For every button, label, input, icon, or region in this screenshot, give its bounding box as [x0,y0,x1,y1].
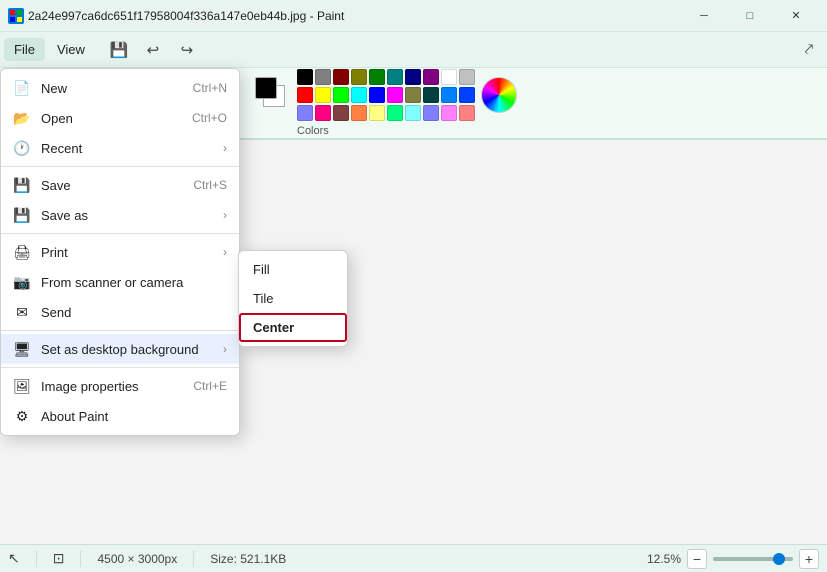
zoom-minus-btn[interactable]: − [687,549,707,569]
share-button[interactable]: ⤤ [795,36,823,64]
file-size-display: Size: 521.1KB [210,552,286,566]
menu-desktop[interactable]: 🖥 Set as desktop background › [1,334,239,364]
open-icon: 📂 [13,109,31,127]
color-swatch-14[interactable] [369,87,385,103]
app-icon [8,8,24,24]
submenu-center[interactable]: Center [239,313,347,342]
desktop-icon: 🖥 [13,340,31,358]
desktop-submenu: Fill Tile Center [238,250,348,347]
save-quick-btn[interactable]: 💾 [105,36,133,64]
color-swatch-24[interactable] [369,105,385,121]
color-swatch-8[interactable] [441,69,457,85]
file-dropdown-menu: 📄 New Ctrl+N 📂 Open Ctrl+O 🕐 Recent › 💾 … [0,68,240,436]
menu-scanner[interactable]: 📷 From scanner or camera [1,267,239,297]
color-swatch-18[interactable] [441,87,457,103]
color-swatch-25[interactable] [387,105,403,121]
about-icon: ⚙ [13,407,31,425]
color-picker-btn[interactable] [481,77,517,113]
color-swatch-7[interactable] [423,69,439,85]
menu-divider-4 [1,367,239,368]
color-swatch-26[interactable] [405,105,421,121]
color-swatch-4[interactable] [369,69,385,85]
view-menu[interactable]: View [47,38,95,61]
menu-divider-2 [1,233,239,234]
color-swatch-5[interactable] [387,69,403,85]
menu-open[interactable]: 📂 Open Ctrl+O [1,103,239,133]
zoom-percent: 12.5% [647,552,681,566]
color-swatch-17[interactable] [423,87,439,103]
dimensions-display: 4500 × 3000px [97,552,177,566]
color-swatch-9[interactable] [459,69,475,85]
color-swatch-27[interactable] [423,105,439,121]
status-bar: ↖ ⊡ 4500 × 3000px Size: 521.1KB 12.5% − … [0,544,827,572]
menu-divider-1 [1,166,239,167]
save-icon: 💾 [13,176,31,194]
color-swatch-3[interactable] [351,69,367,85]
title-bar-left: 2a24e997ca6dc651f17958004f336a147e0eb44b… [8,8,344,24]
close-button[interactable]: ✕ [773,0,819,32]
title-bar: 2a24e997ca6dc651f17958004f336a147e0eb44b… [0,0,827,32]
color-swatch-1[interactable] [315,69,331,85]
colors-section: Colors [255,69,517,137]
menu-bar: File View 💾 ↩ ↪ ⤤ [0,32,827,68]
menu-divider-3 [1,330,239,331]
print-icon: 🖨 [13,243,31,261]
saveas-icon: 💾 [13,206,31,224]
zoom-slider[interactable] [713,557,793,561]
recent-icon: 🕐 [13,139,31,157]
color-swatch-28[interactable] [441,105,457,121]
color-swatch-11[interactable] [315,87,331,103]
menu-recent[interactable]: 🕐 Recent › [1,133,239,163]
color-swatch-29[interactable] [459,105,475,121]
color-swatch-15[interactable] [387,87,403,103]
color-swatch-2[interactable] [333,69,349,85]
colors-label: Colors [297,125,517,137]
foreground-color-swatch[interactable] [255,77,277,99]
menu-new[interactable]: 📄 New Ctrl+N [1,73,239,103]
color-swatch-12[interactable] [333,87,349,103]
redo-btn[interactable]: ↪ [173,36,201,64]
status-sep-2 [80,551,81,567]
color-swatch-10[interactable] [297,87,313,103]
menu-send[interactable]: ✉ Send [1,297,239,327]
zoom-controls: 12.5% − + [647,549,819,569]
menu-about[interactable]: ⚙ About Paint [1,401,239,431]
properties-icon: 🖼 [13,377,31,395]
color-swatch-22[interactable] [333,105,349,121]
select-tool-icon: ↖ [8,550,20,567]
zoom-plus-btn[interactable]: + [799,549,819,569]
file-menu[interactable]: File [4,38,45,61]
minimize-button[interactable]: ─ [681,0,727,32]
crop-icon: ⊡ [53,550,65,567]
color-swatch-19[interactable] [459,87,475,103]
window-title: 2a24e997ca6dc651f17958004f336a147e0eb44b… [28,9,344,23]
submenu-fill[interactable]: Fill [239,255,347,284]
new-icon: 📄 [13,79,31,97]
color-swatch-0[interactable] [297,69,313,85]
color-swatch-13[interactable] [351,87,367,103]
color-swatch-20[interactable] [297,105,313,121]
color-swatch-23[interactable] [351,105,367,121]
color-swatch-21[interactable] [315,105,331,121]
zoom-thumb[interactable] [773,553,785,565]
menu-saveas[interactable]: 💾 Save as › [1,200,239,230]
menu-save[interactable]: 💾 Save Ctrl+S [1,170,239,200]
color-swatch-16[interactable] [405,87,421,103]
scanner-icon: 📷 [13,273,31,291]
status-sep-1 [36,551,37,567]
title-bar-controls: ─ □ ✕ [681,0,819,32]
maximize-button[interactable]: □ [727,0,773,32]
menu-properties[interactable]: 🖼 Image properties Ctrl+E [1,371,239,401]
send-icon: ✉ [13,303,31,321]
color-swatch-6[interactable] [405,69,421,85]
menu-print[interactable]: 🖨 Print › [1,237,239,267]
color-swatches-container [297,69,475,121]
quick-access-bar: 💾 ↩ ↪ [105,36,201,64]
submenu-tile[interactable]: Tile [239,284,347,313]
status-sep-3 [193,551,194,567]
undo-btn[interactable]: ↩ [139,36,167,64]
